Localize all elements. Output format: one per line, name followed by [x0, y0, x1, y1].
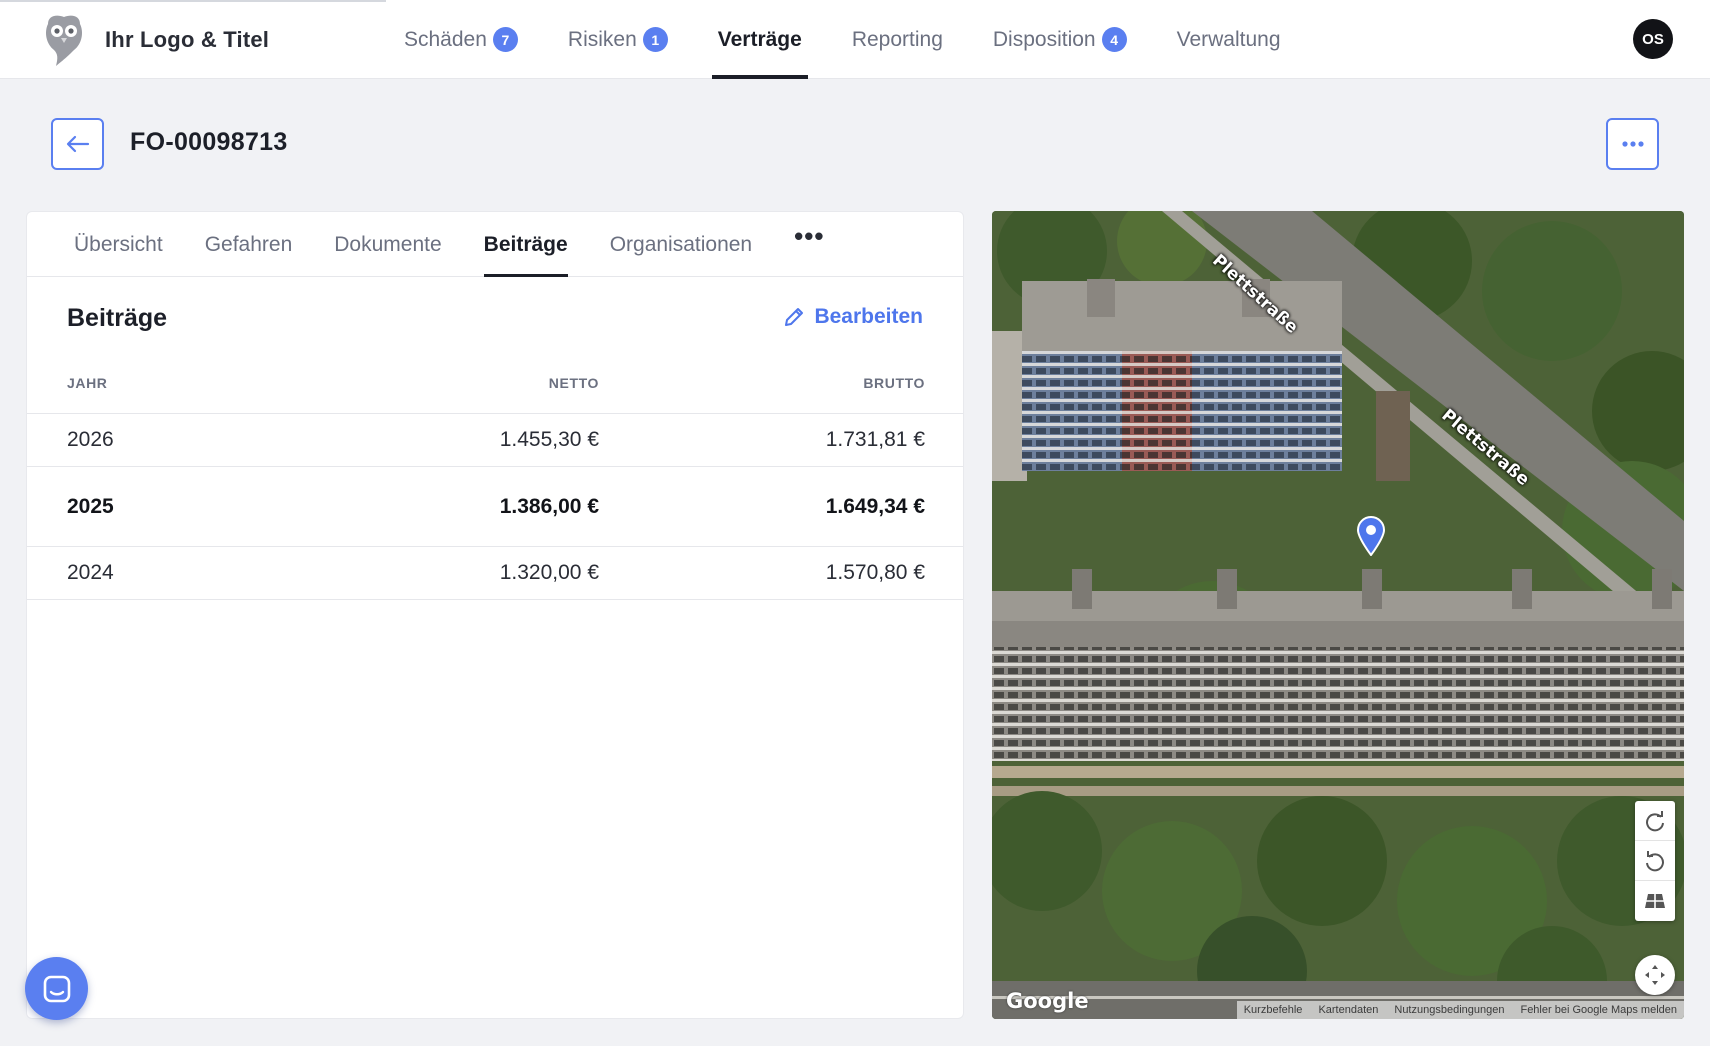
chat-launcher-button[interactable] [25, 957, 88, 1020]
nav-label: Verwaltung [1176, 27, 1281, 51]
edit-button[interactable]: Bearbeiten [783, 305, 923, 329]
nav-label: Schäden [404, 27, 487, 51]
section-title: Beiträge [67, 304, 168, 332]
nav-label: Disposition [992, 27, 1096, 51]
top-navigation: Ihr Logo & Titel Schäden 7 Risiken 1 Ver… [0, 0, 1710, 79]
header-year[interactable]: JAHR [27, 375, 357, 391]
rotate-cw-icon [1646, 810, 1664, 831]
rotate-clockwise-button[interactable] [1635, 801, 1675, 841]
cell-netto: 1.455,30 € [499, 428, 599, 451]
more-dots-icon [1621, 141, 1644, 147]
count-badge: 4 [1101, 27, 1127, 52]
header-netto[interactable]: NETTO [357, 375, 599, 391]
contributions-table: JAHR NETTO BRUTTO 2026 1.455,30 € 1.731,… [27, 352, 963, 600]
table-row-current[interactable]: 2025 1.386,00 € 1.649,34 € [27, 467, 963, 547]
nav-item-reporting[interactable]: Reporting [846, 0, 949, 79]
pan-arrows-icon [1645, 965, 1665, 985]
attribution-terms[interactable]: Nutzungsbedingungen [1394, 1004, 1504, 1016]
recenter-button[interactable] [1635, 955, 1675, 995]
tab-beitraege[interactable]: Beiträge [483, 212, 568, 277]
nav-item-vertraege[interactable]: Verträge [711, 0, 808, 79]
loading-progress-bar [0, 0, 386, 2]
nav-label: Reporting [851, 27, 943, 51]
google-logo: Google [1006, 989, 1089, 1013]
nav-item-risiken[interactable]: Risiken 1 [562, 0, 674, 79]
main-nav: Schäden 7 Risiken 1 Verträge Reporting D… [398, 0, 1325, 79]
tab-gefahren[interactable]: Gefahren [205, 212, 293, 277]
nav-item-disposition[interactable]: Disposition 4 [987, 0, 1133, 79]
attribution-shortcuts[interactable]: Kurzbefehle [1244, 1004, 1303, 1016]
rotate-counterclockwise-button[interactable] [1635, 841, 1675, 881]
map-attribution: Kurzbefehle Kartendaten Nutzungsbedingun… [1236, 1001, 1684, 1019]
nav-label: Risiken [567, 27, 637, 51]
tilt-icon [1645, 894, 1665, 908]
user-avatar[interactable]: OS [1633, 19, 1673, 59]
map-view-controls [1635, 801, 1675, 921]
cell-brutto: 1.649,34 € [825, 494, 925, 518]
nav-item-schaeden[interactable]: Schäden 7 [398, 0, 524, 79]
location-pin-icon[interactable] [1356, 516, 1386, 556]
more-actions-button[interactable] [1606, 118, 1659, 170]
table-header: JAHR NETTO BRUTTO [27, 352, 963, 414]
cell-brutto: 1.570,80 € [825, 561, 925, 584]
table-row[interactable]: 2024 1.320,00 € 1.570,80 € [27, 547, 963, 600]
table-row[interactable]: 2026 1.455,30 € 1.731,81 € [27, 414, 963, 467]
cell-netto: 1.320,00 € [499, 561, 599, 584]
cell-brutto: 1.731,81 € [825, 428, 925, 451]
arrow-left-icon [66, 135, 89, 153]
header-brutto[interactable]: BRUTTO [599, 375, 925, 391]
page-title: FO-00098713 [130, 128, 288, 156]
tilt-view-button[interactable] [1635, 881, 1675, 921]
rotate-ccw-icon [1646, 850, 1664, 871]
pencil-icon [785, 308, 804, 326]
edit-label: Bearbeiten [814, 305, 923, 328]
attribution-map-data[interactable]: Kartendaten [1318, 1004, 1378, 1016]
satellite-map[interactable]: Plettstraße Plettstraße Google Kurzbefeh… [992, 211, 1684, 1019]
tab-organisationen[interactable]: Organisationen [610, 212, 752, 277]
tab-more[interactable]: ••• [794, 212, 824, 269]
satellite-image [992, 211, 1684, 1019]
nav-label: Verträge [717, 27, 802, 51]
cell-year: 2024 [67, 561, 114, 584]
owl-logo-icon [46, 15, 82, 66]
count-badge: 1 [642, 27, 668, 52]
cell-year: 2025 [67, 494, 114, 518]
count-badge: 7 [492, 27, 518, 52]
back-button[interactable] [51, 118, 104, 170]
cell-netto: 1.386,00 € [499, 494, 599, 518]
attribution-report-error[interactable]: Fehler bei Google Maps melden [1520, 1004, 1677, 1016]
cell-year: 2026 [67, 428, 114, 451]
nav-item-verwaltung[interactable]: Verwaltung [1171, 0, 1287, 79]
chat-icon [43, 975, 70, 1002]
contract-detail-card: Übersicht Gefahren Dokumente Beiträge Or… [26, 211, 964, 1019]
tab-uebersicht[interactable]: Übersicht [74, 212, 163, 277]
brand-title[interactable]: Ihr Logo & Titel [105, 27, 269, 53]
detail-tabs: Übersicht Gefahren Dokumente Beiträge Or… [27, 212, 963, 277]
tab-dokumente[interactable]: Dokumente [334, 212, 441, 277]
